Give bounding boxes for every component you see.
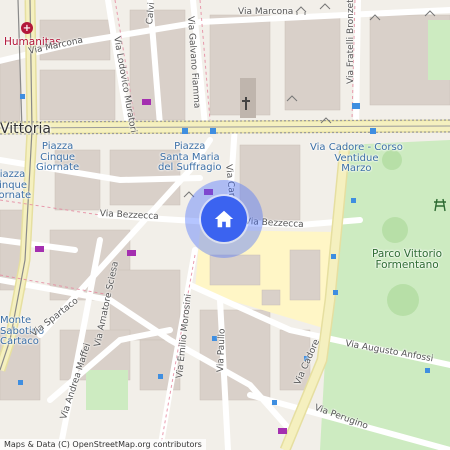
label-piazza-santa-maria[interactable]: Piazza Santa Maria del Suffragio (158, 141, 222, 174)
label-via-paullo: Via Paullo (216, 328, 228, 373)
label-vittoria: Vittoria (0, 121, 51, 137)
label-parco-vittorio-formentano[interactable]: Parco Vittorio Formentano (372, 248, 442, 271)
map-canvas[interactable]: + Humanitas Vittoria Piazza Cinque Giorn… (0, 0, 450, 450)
location-marker[interactable] (201, 196, 247, 242)
label-piazza-cinque-giornate-left: Piazza Cinque Giornate (0, 169, 32, 201)
label-via-fratelli-bronzetti: Via Fratelli Bronzetti (346, 0, 356, 84)
home-icon (214, 210, 234, 228)
hospital-icon[interactable]: + (21, 22, 33, 34)
map-attribution[interactable]: Maps & Data (C) OpenStreetMap.org contri… (0, 439, 206, 450)
label-via-cadore-stop[interactable]: Via Cadore - Corso Ventidue Marzo (310, 142, 403, 175)
label-piazza-cinque-giornate[interactable]: Piazza Cinque Giornate (36, 141, 79, 174)
label-via-marcona-top: Via Marcona (238, 7, 294, 17)
